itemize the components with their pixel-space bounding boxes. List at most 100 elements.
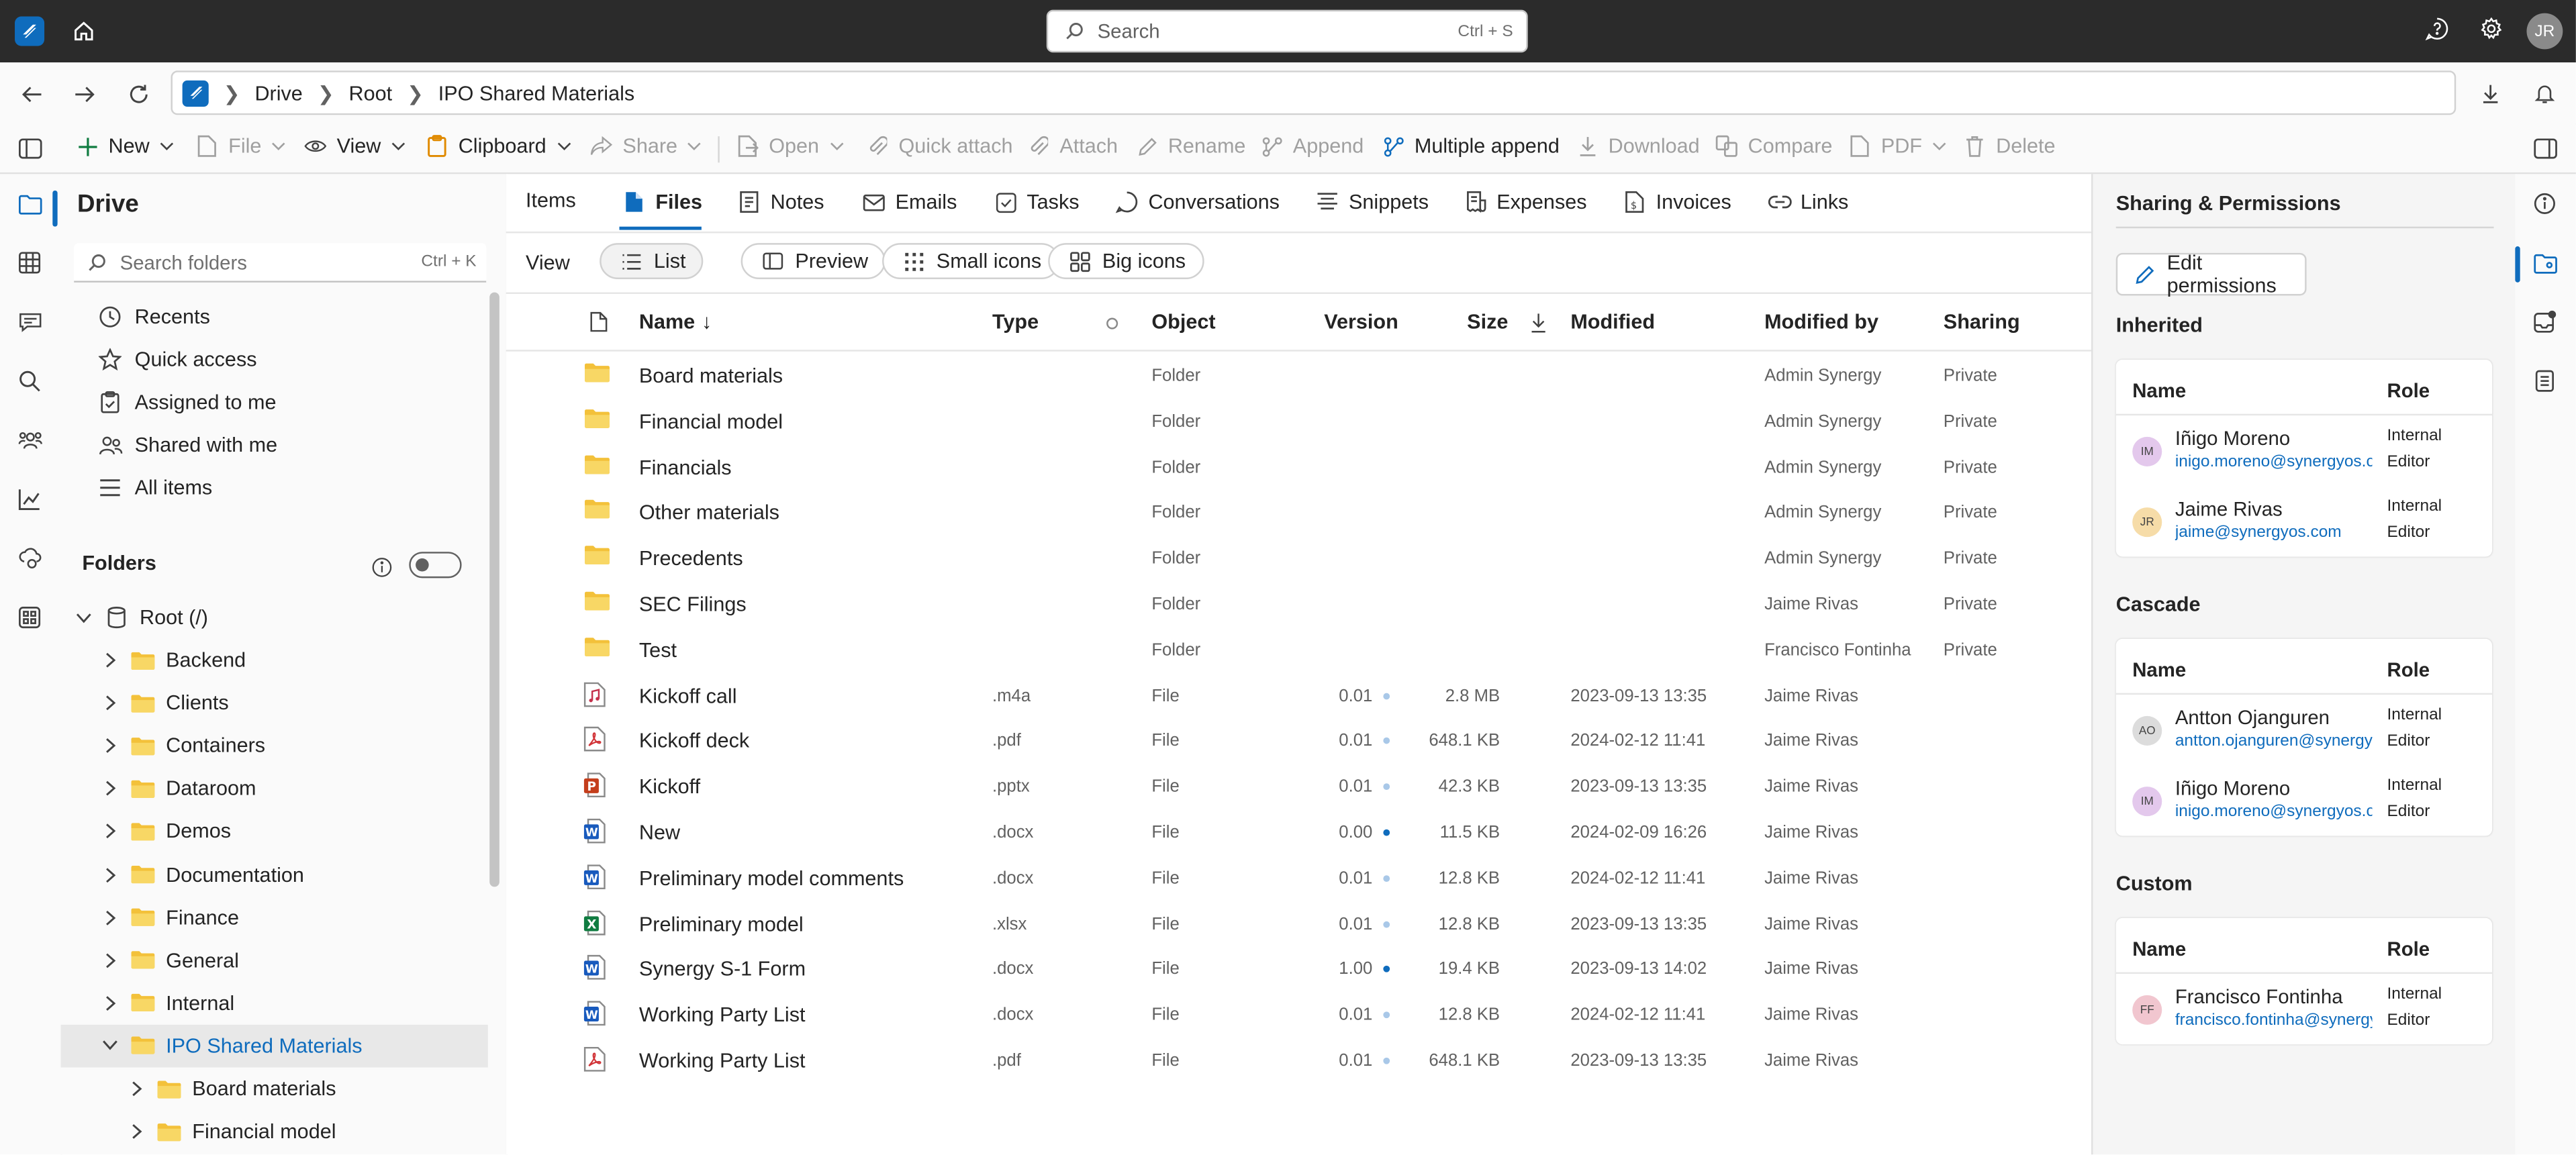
sidebar-scrollbar[interactable] — [489, 292, 499, 887]
home-icon[interactable] — [70, 18, 97, 44]
delete-button[interactable]: Delete — [1962, 133, 2056, 159]
row-name[interactable]: Preliminary model — [639, 913, 804, 936]
chevron-right-icon[interactable] — [97, 819, 123, 845]
column-header-version[interactable]: Version — [1324, 310, 1398, 333]
row-name[interactable]: Financials — [639, 456, 732, 479]
row-name[interactable]: New — [639, 821, 680, 844]
row-name[interactable]: Preliminary model comments — [639, 867, 904, 890]
document-list-icon[interactable] — [2532, 368, 2558, 394]
permission-entry[interactable]: JR Jaime Rivas jaime@synergyos.com Inter… — [2116, 486, 2492, 556]
sidebar-toggle-icon[interactable] — [16, 135, 42, 161]
app-logo-icon[interactable] — [15, 16, 45, 46]
back-arrow-icon[interactable] — [18, 81, 44, 107]
drive-logo-icon[interactable] — [182, 79, 209, 106]
apps-grid-icon[interactable] — [16, 604, 42, 630]
permission-entry[interactable]: AO Antton Ojanguren antton.ojanguren@syn… — [2116, 695, 2492, 765]
multiple-append-button[interactable]: Multiple append — [1380, 133, 1560, 159]
row-name[interactable]: Board materials — [639, 364, 783, 387]
tree-item-general[interactable]: General — [61, 939, 488, 982]
tree-item-root[interactable]: Root (/) — [61, 596, 488, 639]
chevron-right-icon[interactable] — [97, 690, 123, 716]
folder-search-input[interactable]: Search folders Ctrl + K — [74, 243, 487, 283]
chevron-right-icon[interactable] — [97, 776, 123, 802]
row-name[interactable]: Kickoff deck — [639, 730, 749, 752]
compare-button[interactable]: Compare — [1713, 133, 1832, 159]
append-button[interactable]: Append — [1258, 133, 1364, 159]
breadcrumb-item-root[interactable]: Root — [348, 81, 392, 104]
table-row[interactable]: Financials Folder Admin Synergy Private — [506, 443, 2091, 489]
sidebar-item-quick-access[interactable]: Quick access — [97, 346, 257, 372]
table-row[interactable]: W Synergy S-1 Form .docx File 1.00 19.4 … — [506, 945, 2091, 991]
quick-attach-button[interactable]: Quick attach — [864, 133, 1013, 159]
tree-item-demos[interactable]: Demos — [61, 810, 488, 853]
drive-folder-icon[interactable] — [16, 191, 42, 217]
person-email[interactable]: inigo.moreno@synergyos.com — [2175, 803, 2373, 821]
tab-files[interactable]: Files — [621, 189, 702, 215]
tree-item-containers[interactable]: Containers — [61, 725, 488, 768]
view-option-list[interactable]: List — [600, 243, 704, 279]
column-header-sharing[interactable]: Sharing — [1944, 310, 2020, 333]
row-name[interactable]: Working Party List — [639, 1050, 806, 1072]
global-search-input[interactable]: Search Ctrl + S — [1046, 9, 1528, 53]
attach-button[interactable]: Attach — [1025, 133, 1118, 159]
table-row[interactable]: P Kickoff .pptx File 0.01 42.3 KB 2023-0… — [506, 762, 2091, 809]
row-name[interactable]: Test — [639, 638, 677, 661]
breadcrumb-item-drive[interactable]: Drive — [254, 81, 302, 104]
tree-item-documentation[interactable]: Documentation — [61, 853, 488, 896]
permission-entry[interactable]: IM Iñigo Moreno inigo.moreno@synergyos.c… — [2116, 765, 2492, 836]
chevron-right-icon[interactable] — [97, 990, 123, 1016]
row-name[interactable]: Kickoff — [639, 775, 700, 798]
info-icon[interactable] — [2532, 191, 2558, 217]
download-icon[interactable] — [2477, 81, 2503, 107]
forward-arrow-icon[interactable] — [70, 81, 97, 107]
analytics-chart-icon[interactable] — [16, 486, 42, 512]
table-row[interactable]: Precedents Folder Admin Synergy Private — [506, 534, 2091, 581]
share-menu-button[interactable]: Share — [588, 133, 702, 159]
person-email[interactable]: inigo.moreno@synergyos.com — [2175, 453, 2373, 471]
chevron-right-icon[interactable] — [124, 1119, 150, 1145]
tab-expenses[interactable]: Expenses — [1462, 189, 1587, 215]
sidebar-item-recents[interactable]: Recents — [97, 304, 210, 330]
tab-tasks[interactable]: Tasks — [992, 189, 1080, 215]
approval-inbox-icon[interactable] — [2532, 309, 2558, 335]
user-avatar[interactable]: JR — [2526, 13, 2563, 50]
column-header-type[interactable]: Type — [992, 310, 1039, 333]
tab-emails[interactable]: Emails — [861, 189, 957, 215]
table-row[interactable]: Test Folder Francisco Fontinha Private — [506, 625, 2091, 672]
view-option-preview[interactable]: Preview — [741, 243, 887, 279]
view-option-small-icons[interactable]: Small icons — [882, 243, 1060, 279]
table-row[interactable]: Kickoff deck .pdf File 0.01 648.1 KB 202… — [506, 717, 2091, 763]
column-header-modified[interactable]: Modified — [1570, 310, 1655, 333]
table-grid-icon[interactable] — [16, 250, 42, 276]
table-row[interactable]: Working Party List .pdf File 0.01 648.1 … — [506, 1036, 2091, 1083]
row-name[interactable]: Kickoff call — [639, 684, 737, 707]
table-row[interactable]: W Working Party List .docx File 0.01 12.… — [506, 991, 2091, 1037]
file-menu-button[interactable]: File — [194, 133, 286, 159]
table-row[interactable]: Kickoff call .m4a File 0.01 2.8 MB 2023-… — [506, 671, 2091, 717]
tab-links[interactable]: Links — [1766, 189, 1848, 215]
table-row[interactable]: Board materials Folder Admin Synergy Pri… — [506, 352, 2091, 398]
chevron-right-icon[interactable] — [124, 1076, 150, 1102]
chevron-right-icon[interactable] — [97, 647, 123, 673]
tab-items[interactable]: Items — [526, 189, 576, 211]
chevron-right-icon[interactable] — [97, 861, 123, 887]
view-option-big-icons[interactable]: Big icons — [1048, 243, 1204, 279]
table-row[interactable]: SEC Filings Folder Jaime Rivas Private — [506, 580, 2091, 626]
column-header-object[interactable]: Object — [1151, 310, 1215, 333]
breadcrumb-item-current[interactable]: IPO Shared Materials — [438, 81, 634, 104]
tree-item-financial-model[interactable]: Financial model — [61, 1110, 488, 1153]
team-icon[interactable] — [16, 427, 42, 453]
rename-button[interactable]: Rename — [1133, 133, 1245, 159]
row-name[interactable]: SEC Filings — [639, 593, 747, 615]
chevron-down-icon[interactable] — [97, 1033, 123, 1059]
permission-entry[interactable]: FF Francisco Fontinha francisco.fontinha… — [2116, 974, 2492, 1044]
table-row[interactable]: Financial model Folder Admin Synergy Pri… — [506, 397, 2091, 444]
row-name[interactable]: Financial model — [639, 410, 783, 433]
tab-invoices[interactable]: $ Invoices — [1621, 189, 1731, 215]
tab-snippets[interactable]: Snippets — [1315, 189, 1429, 215]
chevron-right-icon[interactable] — [97, 733, 123, 759]
table-row[interactable]: X Preliminary model .xlsx File 0.01 12.8… — [506, 899, 2091, 946]
chevron-right-icon[interactable] — [97, 904, 123, 930]
settings-gear-icon[interactable] — [2477, 15, 2503, 41]
download-button[interactable]: Download — [1574, 133, 1700, 159]
